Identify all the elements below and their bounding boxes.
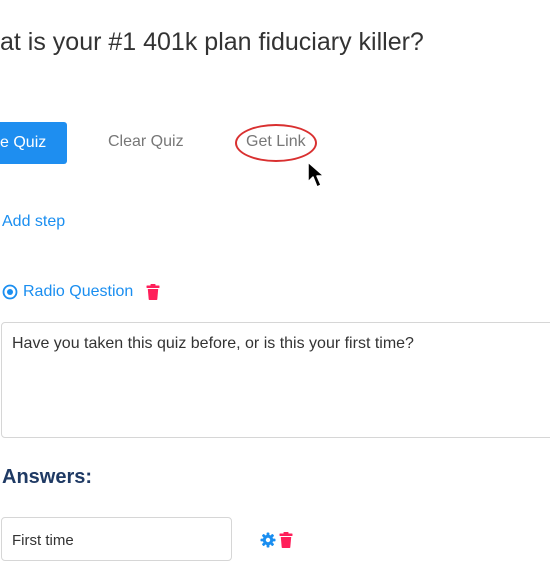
quiz-title: at is your #1 401k plan fiduciary killer… <box>0 28 424 56</box>
answer-actions <box>260 532 293 548</box>
add-step-link[interactable]: Add step <box>2 213 65 231</box>
radio-icon <box>2 284 18 300</box>
clear-quiz-button[interactable]: Clear Quiz <box>108 133 184 151</box>
trash-icon[interactable] <box>146 284 160 300</box>
answers-heading: Answers: <box>2 466 93 488</box>
answer-input[interactable]: First time <box>1 517 232 561</box>
trash-icon[interactable] <box>279 532 293 548</box>
question-text-field[interactable]: Have you taken this quiz before, or is t… <box>1 322 550 438</box>
save-quiz-button[interactable]: e Quiz <box>0 122 67 164</box>
mouse-cursor-icon <box>307 161 325 188</box>
question-type-label: Radio Question <box>23 283 134 300</box>
annotation-circle <box>235 124 317 162</box>
question-type-row: Radio Question <box>2 283 160 301</box>
gear-icon[interactable] <box>260 532 276 548</box>
